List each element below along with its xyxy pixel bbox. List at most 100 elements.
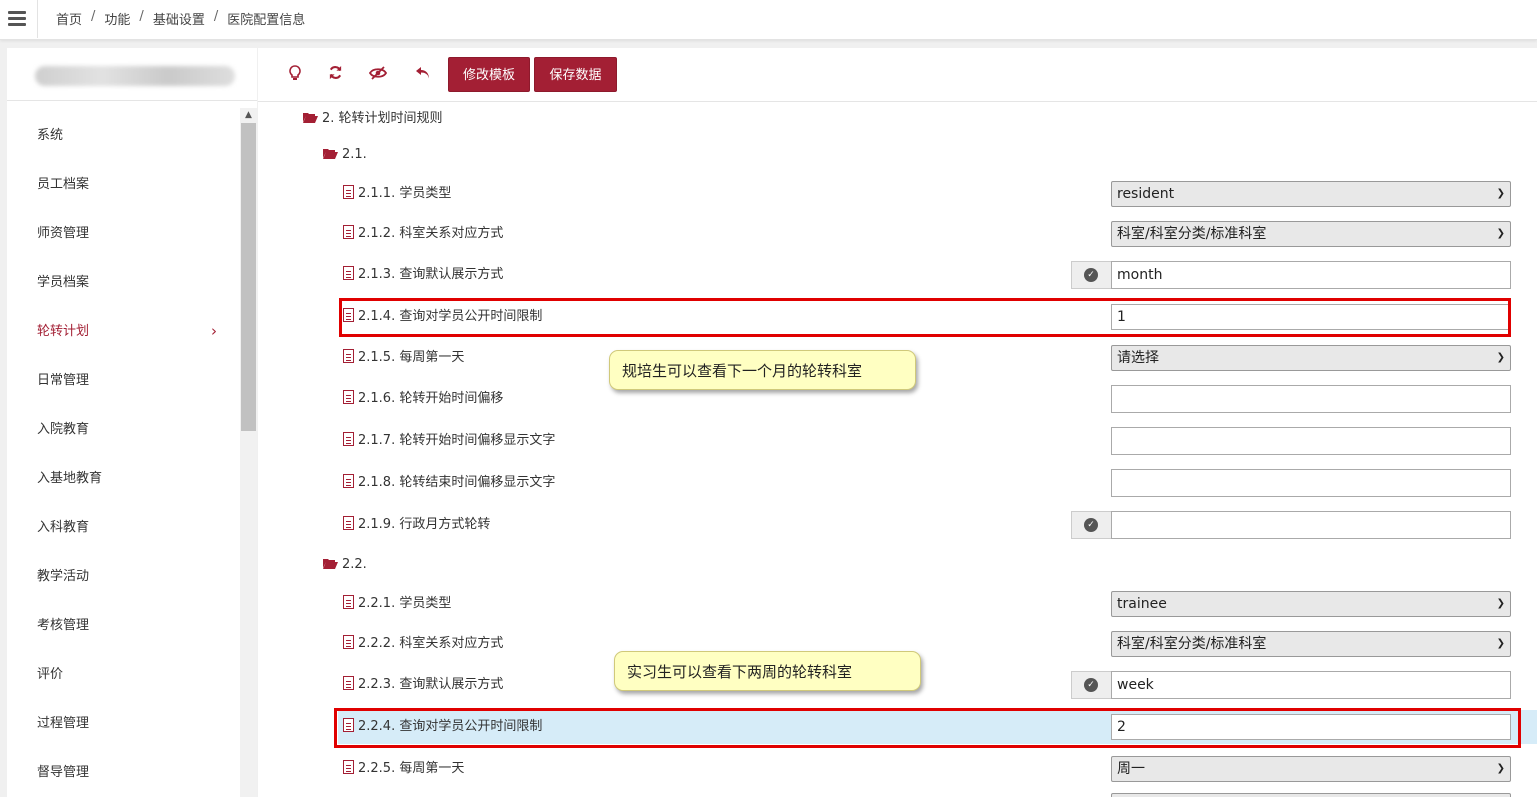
tree-item[interactable]: 2.2.2. 科室关系对应方式 [343,633,503,654]
breadcrumb-hospital-config: 医院配置信息 [227,13,306,28]
folder-open-icon [303,113,318,123]
next-row-select-partial[interactable] [1111,793,1511,797]
refresh-icon[interactable] [325,65,345,85]
sidebar-item-exams[interactable]: 考核管理 [7,601,239,650]
file-icon [343,516,354,530]
check-circle-icon[interactable]: ✓ [1071,671,1111,699]
config-tree: 2. 轮转计划时间规则 2.1. 2.1.1. 学员类型 resident ❯ 2… [258,103,1537,797]
folder-open-icon [323,559,338,569]
highlight-box-trainee [334,708,1521,748]
tree-folder-root[interactable]: 2. 轮转计划时间规则 [303,109,443,129]
end-offset-text-input[interactable] [1111,469,1511,497]
sidebar-item-rotation-plan[interactable]: 轮转计划 › [7,307,239,356]
hamburger-menu-icon[interactable] [0,0,38,38]
toolbar: 修改模板 保存数据 [258,48,1537,102]
first-weekday-select[interactable]: 请选择 ❯ [1111,345,1511,371]
tree-item[interactable]: 2.2.3. 查询默认展示方式 [343,674,503,695]
tree-item-label: 2.1.9. 行政月方式轮转 [358,517,491,532]
file-icon [343,676,354,690]
sidebar-item-supervision[interactable]: 督导管理 [7,748,239,797]
tree-item-label: 2.1.3. 查询默认展示方式 [358,267,504,282]
tree-row: 2.1.9. 行政月方式轮转 ✓ [258,508,1537,542]
admin-month-input[interactable] [1111,511,1511,539]
tree-folder-2-2[interactable]: 2.2. [323,555,367,575]
sidebar-item-daily[interactable]: 日常管理 [7,356,239,405]
tree-item[interactable]: 2.1.8. 轮转结束时间偏移显示文字 [343,472,555,493]
tree-row: 2.2.1. 学员类型 trainee ❯ [258,587,1537,621]
sidebar-item-dept-education[interactable]: 入科教育 [7,503,239,552]
sidebar: 系统 员工档案 师资管理 学员档案 轮转计划 › 日常管理 入院教育 入基地教育… [7,48,257,797]
breadcrumb-basic-settings[interactable]: 基础设置 [153,9,205,28]
tree-item-label: 2.1.7. 轮转开始时间偏移显示文字 [358,433,556,448]
breadcrumb-separator: / [213,9,219,24]
edit-template-button[interactable]: 修改模板 [448,57,530,92]
chevron-down-icon: ❯ [1496,352,1505,363]
first-weekday-select[interactable]: 周一 ❯ [1111,756,1511,782]
chevron-down-icon: ❯ [1496,188,1505,199]
tree-item-label: 2.2.1. 学员类型 [358,596,452,611]
tree-item[interactable]: 2.1.3. 查询默认展示方式 [343,264,503,285]
sidebar-item-faculty[interactable]: 师资管理 [7,209,239,258]
tree-row: 2.1.7. 轮转开始时间偏移显示文字 [258,424,1537,458]
select-value: 请选择 [1117,350,1159,366]
tree-item[interactable]: 2.1.6. 轮转开始时间偏移 [343,388,503,409]
tree-item[interactable]: 2.2.1. 学员类型 [343,593,451,614]
tree-item[interactable]: 2.1.7. 轮转开始时间偏移显示文字 [343,430,555,451]
sidebar-item-system[interactable]: 系统 [7,111,239,160]
tree-item-label: 2.1.1. 学员类型 [358,186,452,201]
organization-name-blurred [35,66,235,86]
check-circle-icon[interactable]: ✓ [1071,511,1111,539]
save-data-button[interactable]: 保存数据 [534,57,617,92]
sidebar-item-staff-files[interactable]: 员工档案 [7,160,239,209]
tree-folder-2-1[interactable]: 2.1. [323,145,367,165]
student-type-select[interactable]: trainee ❯ [1111,591,1511,617]
chevron-right-icon: › [211,322,217,340]
tree-item[interactable]: 2.1.9. 行政月方式轮转 [343,514,490,535]
tree-row: 2.1.3. 查询默认展示方式 ✓ month [258,258,1537,292]
tree-item[interactable]: 2.2.5. 每周第一天 [343,758,464,779]
tree-item-label: 2.1.2. 科室关系对应方式 [358,226,504,241]
tree-item[interactable]: 2.1.2. 科室关系对应方式 [343,223,503,244]
file-icon [343,225,354,239]
student-type-select[interactable]: resident ❯ [1111,181,1511,207]
file-icon [343,635,354,649]
tree-item-label: 2.2.2. 科室关系对应方式 [358,636,504,651]
default-view-input[interactable]: month [1111,261,1511,289]
sidebar-item-process[interactable]: 过程管理 [7,699,239,748]
sidebar-item-hospital-education[interactable]: 入院教育 [7,405,239,454]
tree-item-label: 2.1.8. 轮转结束时间偏移显示文字 [358,475,556,490]
start-offset-input[interactable] [1111,385,1511,413]
scroll-up-icon[interactable]: ▲ [240,108,257,122]
undo-icon[interactable] [413,65,433,85]
tree-row: 2.2.5. 每周第一天 周一 ❯ [258,752,1537,786]
breadcrumb-function[interactable]: 功能 [104,9,130,28]
file-icon [343,266,354,280]
sidebar-item-student-files[interactable]: 学员档案 [7,258,239,307]
tree-folder-label: 2.2. [342,557,367,572]
tree-item-label: 2.1.6. 轮转开始时间偏移 [358,391,504,406]
select-value: resident [1117,186,1175,202]
sidebar-item-teaching[interactable]: 教学活动 [7,552,239,601]
scrollbar-thumb[interactable] [241,123,256,431]
highlight-box-resident [339,298,1511,337]
eye-slash-icon[interactable] [368,65,388,85]
dept-mapping-select[interactable]: 科室/科室分类/标准科室 ❯ [1111,631,1511,657]
dept-mapping-select[interactable]: 科室/科室分类/标准科室 ❯ [1111,221,1511,247]
check-circle-icon[interactable]: ✓ [1071,261,1111,289]
select-value: 科室/科室分类/标准科室 [1117,636,1267,652]
sidebar-item-label: 轮转计划 [37,324,90,339]
tree-folder-label: 2. 轮转计划时间规则 [322,111,443,126]
tree-item-label: 2.1.5. 每周第一天 [358,350,465,365]
default-view-input[interactable]: week [1111,671,1511,699]
sidebar-item-evaluation[interactable]: 评价 [7,650,239,699]
tree-item[interactable]: 2.1.5. 每周第一天 [343,347,464,368]
tree-item[interactable]: 2.1.1. 学员类型 [343,183,451,204]
breadcrumb-home[interactable]: 首页 [56,9,82,28]
start-offset-text-input[interactable] [1111,427,1511,455]
breadcrumb: 首页 / 功能 / 基础设置 / 医院配置信息 [56,9,305,28]
chevron-down-icon: ❯ [1496,638,1505,649]
sidebar-item-base-education[interactable]: 入基地教育 [7,454,239,503]
lightbulb-icon[interactable] [285,65,305,85]
breadcrumb-separator: / [91,9,96,24]
callout-resident-note: 规培生可以查看下一个月的轮转科室 [609,350,916,390]
